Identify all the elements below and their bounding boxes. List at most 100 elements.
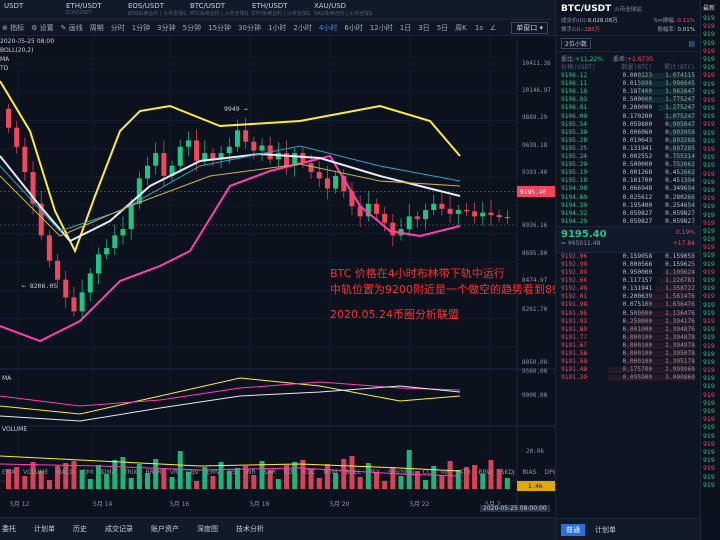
orderbook-row[interactable]: 9192.89 0.950000 1.109624 [561, 269, 695, 277]
indicator-item[interactable]: BIAS [523, 469, 537, 478]
indicator-button[interactable]: ⊕ 指标 [2, 23, 24, 33]
indicator-item[interactable]: ATR [459, 469, 470, 478]
orderbook-row[interactable]: 9195.19 0.001268 0.452662 [561, 169, 695, 177]
indicator-item[interactable]: BOLL [345, 469, 360, 478]
orderbook-row[interactable]: 9192.40 0.131941 1.358722 [561, 285, 695, 293]
orderbook-row[interactable]: 9194.29 0.059827 0.059827 [561, 218, 695, 226]
orderbook-row[interactable]: 9195.20 0.500000 0.752662 [561, 161, 695, 169]
period-button[interactable]: 1分钟 [132, 23, 150, 33]
period-button[interactable]: 5分钟 [183, 23, 201, 33]
market-tab[interactable]: XAU/USD XAU永续合约 | 火币全球站 [310, 0, 372, 19]
indicator-item[interactable]: SAR [264, 469, 276, 478]
period-button[interactable]: 3日 [418, 23, 429, 33]
orderbook-row[interactable]: 9191.56 0.000100 2.395078 [561, 350, 695, 358]
market-tab[interactable]: EOS/USDT EOS永续合约 | 火币全球站 [124, 0, 186, 19]
orderbook-row[interactable]: 9196.00 0.170200 1.075247 [561, 113, 695, 121]
indicator-item[interactable]: VR [170, 469, 178, 478]
orderbook-row[interactable]: 9191.93 0.258000 2.394176 [561, 318, 695, 326]
indicator-item[interactable]: BRAR [145, 469, 161, 478]
orderbook-row[interactable]: 9192.01 0.200639 1.561476 [561, 293, 695, 301]
period-button[interactable]: 分时 [111, 23, 125, 33]
market-tab[interactable]: BTC/USDT BTC永续合约 | 火币全球站 [186, 0, 248, 19]
realtime-button[interactable]: 1s [475, 24, 483, 32]
orderbook-row[interactable]: 9191.39 0.095900 3.000860 [561, 374, 695, 382]
orderbook-row[interactable]: 9195.25 0.131941 0.887285 [561, 145, 695, 153]
indicator-item[interactable]: BBW [479, 469, 493, 478]
layout-icon[interactable]: ▤ [688, 40, 695, 48]
window-select[interactable]: 单窗口 ▾ [511, 21, 548, 34]
indicator-item[interactable]: VOLUME [23, 469, 48, 478]
period-button[interactable]: 6小时 [344, 23, 362, 33]
footer-tab[interactable]: 技术分析 [236, 524, 264, 534]
orderbook-row[interactable]: 9194.30 0.195400 0.254654 [561, 202, 695, 210]
indicator-item[interactable]: MFI [441, 469, 451, 478]
settings-button[interactable]: ⚙ 设置 [31, 23, 54, 33]
draw-button[interactable]: ✎ 画线 [61, 23, 83, 33]
orderbook-row[interactable]: 9191.80 0.001000 2.394876 [561, 326, 695, 334]
period-button[interactable]: 30分钟 [238, 23, 261, 33]
normal-order-tab[interactable]: 普通 [561, 523, 585, 536]
indicator-item[interactable]: RSI [228, 469, 238, 478]
orderbook-row[interactable]: 9196.12 0.000123 1.974115 [561, 72, 695, 80]
orderbook-row[interactable]: 9195.54 0.059800 0.905047 [561, 121, 695, 129]
indicator-item[interactable]: StochRSI [388, 469, 415, 478]
period-button[interactable]: 2小时 [293, 23, 311, 33]
indicator-item[interactable]: EMA [2, 469, 15, 478]
orderbook-row[interactable]: 9196.03 0.500000 1.775247 [561, 96, 695, 104]
market-tab[interactable]: ETH/USDT ETH永续合约 | 火币全球站 [248, 0, 310, 19]
plan-order-tab[interactable]: 计划单 [595, 525, 616, 535]
market-tab[interactable]: ETH/USDT EOS/USDT [62, 0, 124, 19]
indicator-item[interactable]: OBV [186, 469, 199, 478]
period-button[interactable]: 1小时 [268, 23, 286, 33]
orderbook-row[interactable]: 9191.67 0.000100 2.394978 [561, 342, 695, 350]
orderbook-row[interactable]: 9195.18 0.101700 0.451394 [561, 177, 695, 185]
indicator-item[interactable]: DMI [82, 469, 94, 478]
footer-tab[interactable]: 深度图 [197, 524, 218, 534]
footer-tab[interactable]: 计划单 [34, 524, 55, 534]
orderbook-row[interactable]: 9191.77 0.000100 2.394878 [561, 334, 695, 342]
indicator-item[interactable]: DPO [545, 469, 555, 478]
orderbook-row[interactable]: 9194.98 0.066948 0.349694 [561, 185, 695, 193]
fullscreen-button[interactable]: ∠ [490, 24, 496, 32]
orderbook-row[interactable]: 9194.32 0.059827 0.059827 [561, 210, 695, 218]
orderbook-row[interactable]: 9191.95 0.500000 2.136476 [561, 310, 695, 318]
period-button[interactable]: 15分钟 [208, 23, 231, 33]
orderbook-row[interactable]: 9192.90 0.000566 0.159625 [561, 261, 695, 269]
period-button[interactable]: 4小时 [319, 23, 337, 33]
indicator-item[interactable]: CCI [423, 469, 433, 478]
indicator-item[interactable]: TRIX [124, 469, 138, 478]
orderbook-row[interactable]: 9192.96 0.159058 0.159058 [561, 253, 695, 261]
footer-tab[interactable]: 成交记录 [105, 524, 133, 534]
orderbook-row[interactable]: 9191.40 0.175700 2.999960 [561, 366, 695, 374]
indicator-item[interactable]: SKDJ [501, 469, 515, 478]
period-button[interactable]: 5日 [437, 23, 448, 33]
orderbook-row[interactable]: 9195.30 0.006060 0.903958 [561, 129, 695, 137]
orderbook-row[interactable]: 9196.10 0.187400 1.962647 [561, 88, 695, 96]
period-button[interactable]: 周期 [90, 23, 104, 33]
market-tab[interactable]: USDT [0, 0, 62, 19]
period-button[interactable]: 12小时 [370, 23, 393, 33]
period-button[interactable]: 3分钟 [157, 23, 175, 33]
orderbook-row[interactable]: 9192.66 0.117157 1.226781 [561, 277, 695, 285]
period-button[interactable]: 1日 [400, 23, 411, 33]
footer-tab[interactable]: 委托 [2, 524, 16, 534]
indicator-item[interactable]: MTM [323, 469, 337, 478]
footer-tab[interactable]: 账户资产 [151, 524, 179, 534]
depth-select[interactable]: 2位小数 [561, 38, 591, 49]
orderbook-row[interactable]: 9195.28 0.010643 0.893268 [561, 137, 695, 145]
indicator-item[interactable]: KDJ [284, 469, 294, 478]
indicator-item[interactable]: PSY [369, 469, 380, 478]
orderbook-row[interactable]: 9191.50 0.000100 2.395178 [561, 358, 695, 366]
period-button[interactable]: 周K [455, 23, 467, 33]
indicator-item[interactable]: ROC [302, 469, 315, 478]
orderbook-row[interactable]: 9196.01 0.200000 1.275247 [561, 104, 695, 112]
orderbook-row[interactable]: 9196.11 0.013998 1.996645 [561, 80, 695, 88]
footer-tab[interactable]: 历史 [73, 524, 87, 534]
orderbook-row[interactable]: 9195.24 0.002552 0.755314 [561, 153, 695, 161]
orderbook-row[interactable]: 9191.98 0.075100 1.636476 [561, 301, 695, 309]
indicator-item[interactable]: MACD [56, 469, 74, 478]
indicator-item[interactable]: EMV [207, 469, 220, 478]
indicator-item[interactable]: WR [246, 469, 256, 478]
indicator-item[interactable]: DMA [102, 469, 116, 478]
orderbook-row[interactable]: 9194.69 0.025612 0.280266 [561, 194, 695, 202]
